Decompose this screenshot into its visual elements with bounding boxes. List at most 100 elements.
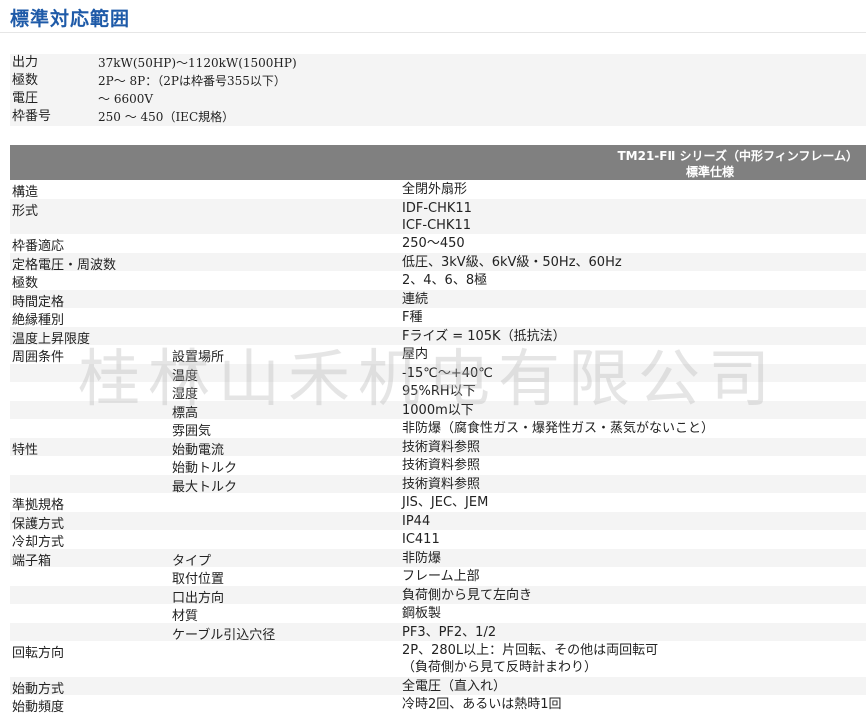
spec-category: 周囲条件 (12, 350, 65, 365)
spec-row: 湿度 95%RH以下 (10, 382, 866, 402)
spec-value-line: フレーム上部 (402, 569, 480, 584)
spec-category: 端子箱 (12, 553, 52, 569)
spec-table-header: TM21-FⅡ シリーズ（中形フィンフレーム） 標準仕様 (10, 145, 866, 180)
spec-row: 枠番適応 250～450 (10, 234, 866, 254)
spec-value-line: F種 (402, 310, 423, 325)
spec-subcategory: 温度 (172, 368, 199, 384)
spec-value: 非防爆（腐食性ガス・爆発性ガス・蒸気がないこと） (402, 420, 714, 437)
spec-category: 特性 (12, 442, 39, 458)
spec-value-line: Fライズ = 105K（抵抗法） (402, 328, 566, 344)
spec-category: 温度上昇限度 (12, 331, 91, 347)
spec-subcategory: 材質 (172, 609, 199, 624)
standard-spec-column-header: 標準仕様 (686, 165, 735, 179)
spec-value-line: （負荷側から見て反時計まわり） (402, 660, 598, 675)
spec-value-line: 2P、280L以上：片回転、その他は両回転可 (402, 643, 659, 658)
spec-value-line: IP44 (402, 513, 431, 529)
spec-value: 非防爆 (402, 550, 441, 567)
spec-row: 絶縁種別 F種 (10, 308, 866, 328)
spec-value: フレーム上部 (402, 568, 480, 585)
spec-row: 保護方式 IP44 (10, 511, 866, 532)
spec-category: 始動方式 (12, 681, 65, 697)
summary-value: 250 ～ 450（IEC規格） (98, 110, 235, 124)
spec-value: 負荷側から見て左向き (402, 587, 532, 604)
spec-value: 鋼板製 (402, 605, 441, 622)
summary-row-frame: 枠番号 250 ～ 450（IEC規格） (10, 108, 866, 126)
spec-value: IP44 (402, 513, 430, 530)
spec-row: 定格電圧・周波数 低圧、3kV級、6kV級・50Hz、60Hz (10, 252, 866, 273)
spec-value: 全電圧（直入れ） (402, 678, 506, 695)
spec-value-line: IC411 (402, 532, 440, 547)
spec-value-line: 全電圧（直入れ） (402, 678, 507, 694)
spec-category: 時間定格 (12, 294, 65, 310)
spec-subcategory: 取付位置 (172, 572, 225, 587)
spec-row: 周囲条件 設置場所 屋内 (10, 345, 866, 365)
spec-value-line: IDF-CHK11 (402, 200, 472, 216)
spec-value: PF3、PF2、1/2 (402, 624, 496, 641)
spec-value: 屋内 (402, 346, 428, 363)
spec-value-line: 屋内 (402, 347, 429, 362)
spec-value: 技術資料参照 (402, 439, 480, 456)
spec-row: 冷却方式 IC411 (10, 530, 866, 550)
spec-subcategory: 口出方向 (172, 590, 225, 606)
spec-value-line: 非防爆 (402, 550, 442, 566)
page-title: 標準対応範囲 (10, 8, 131, 30)
spec-value: JIS、JEC、JEM (402, 494, 488, 511)
spec-row: 材質 鋼板製 (10, 604, 866, 624)
spec-row: 始動トルク 技術資料参照 (10, 456, 866, 476)
spec-value: 技術資料参照 (402, 457, 480, 474)
spec-category: 冷却方式 (12, 535, 65, 550)
spec-row: ケーブル引込穴径 PF3、PF2、1/2 (10, 622, 866, 643)
spec-row: 最大トルク 技術資料参照 (10, 474, 866, 495)
spec-value: 1000m以下 (402, 402, 474, 419)
summary-value: 37kW(50HP)～1120kW(1500HP) (98, 56, 297, 70)
spec-row: 端子箱 タイプ 非防爆 (10, 548, 866, 569)
spec-value-line: 技術資料参照 (402, 458, 481, 473)
spec-row: 準拠規格 JIS、JEC、JEM (10, 493, 866, 513)
spec-value: 全閉外扇形 (402, 181, 467, 198)
spec-subcategory: 雰囲気 (172, 424, 212, 439)
summary-row-poles: 極数 2P～ 8P：（2Pは枠番号355以下） (10, 72, 866, 90)
standard-range-summary: 出力 37kW(50HP)～1120kW(1500HP) 極数 2P～ 8P：（… (10, 54, 866, 126)
spec-subcategory: 始動電流 (172, 442, 225, 458)
spec-value-line: 1000m以下 (402, 402, 474, 418)
spec-value-line: 負荷側から見て左向き (402, 587, 533, 603)
spec-value-line: -15℃～+40℃ (402, 365, 493, 381)
spec-category: 枠番適応 (12, 239, 65, 254)
spec-row: 特性 始動電流 技術資料参照 (10, 437, 866, 458)
spec-category: 定格電圧・周波数 (12, 257, 117, 273)
spec-value: 2P、280L以上：片回転、その他は両回転可 （負荷側から見て反時計まわり） (402, 642, 658, 676)
series-title: TM21-FⅡ シリーズ（中形フィンフレーム） (617, 149, 858, 163)
spec-value: IDF-CHK11 ICF-CHK11 (402, 200, 472, 234)
spec-subcategory: 最大トルク (172, 479, 238, 495)
spec-value: F種 (402, 309, 422, 326)
spec-value-line: 95%RH以下 (402, 384, 476, 399)
spec-category: 保護方式 (12, 516, 65, 532)
spec-category: 回転方向 (12, 646, 65, 661)
spec-value: IC411 (402, 531, 440, 548)
spec-row: 始動方式 全電圧（直入れ） (10, 676, 866, 697)
spec-subcategory: 始動トルク (172, 461, 238, 476)
spec-value: 95%RH以下 (402, 383, 476, 400)
spec-row: 形式 IDF-CHK11 ICF-CHK11 (10, 198, 866, 234)
spec-value-line: 非防爆（腐食性ガス・爆発性ガス・蒸気がないこと） (402, 421, 715, 436)
spec-value-line: 技術資料参照 (402, 439, 481, 455)
spec-row: 温度上昇限度 Fライズ = 105K（抵抗法） (10, 326, 866, 347)
spec-category: 形式 (12, 203, 39, 219)
spec-value-line: 2、4、6、8極 (402, 273, 488, 288)
spec-value-line: 連続 (402, 291, 429, 307)
spec-value: 冷時2回、あるいは熱時1回 (402, 696, 562, 713)
spec-category: 構造 (12, 185, 39, 200)
spec-category: 準拠規格 (12, 498, 65, 513)
spec-row: 回転方向 2P、280L以上：片回転、その他は両回転可 （負荷側から見て反時計まわり… (10, 641, 866, 677)
summary-label: 枠番号 (12, 109, 52, 124)
title-divider (0, 32, 866, 33)
spec-value: 低圧、3kV級、6kV級・50Hz、60Hz (402, 254, 622, 271)
spec-subcategory: 標高 (172, 405, 199, 421)
spec-row: 取付位置 フレーム上部 (10, 567, 866, 587)
summary-label: 出力 (12, 55, 39, 70)
spec-subcategory: タイプ (172, 553, 212, 569)
summary-row-voltage: 電圧 ～ 6600V (10, 90, 866, 108)
spec-value: 2、4、6、8極 (402, 272, 487, 289)
spec-row: 極数 2、4、6、8極 (10, 271, 866, 291)
spec-subcategory: 湿度 (172, 387, 199, 402)
